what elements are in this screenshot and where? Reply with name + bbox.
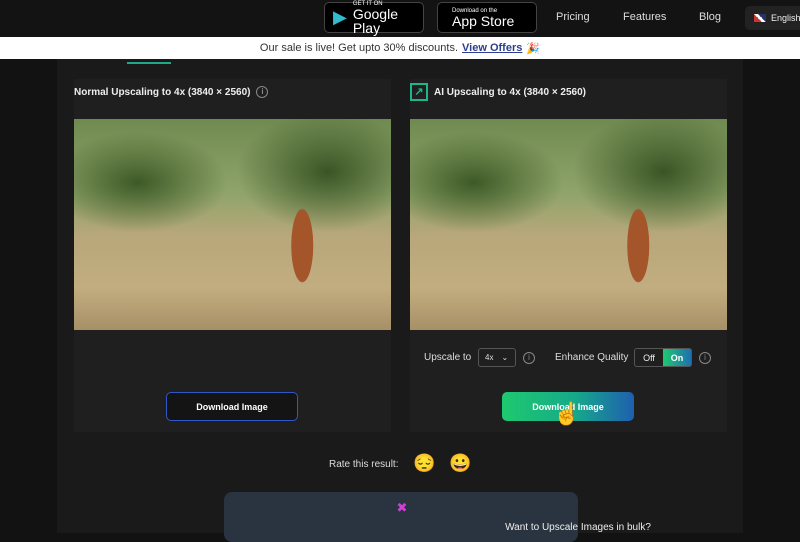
toggle-on[interactable]: On xyxy=(663,349,691,366)
nav-features[interactable]: Features xyxy=(623,11,666,23)
upscale-value: 4x xyxy=(485,353,494,362)
upscale-info-icon[interactable]: i xyxy=(523,352,535,364)
normal-download-button[interactable]: Download Image xyxy=(166,392,298,421)
view-offers-link[interactable]: View Offers xyxy=(462,42,522,54)
google-play-label: Google Play xyxy=(352,5,398,36)
toggle-off[interactable]: Off xyxy=(635,349,663,366)
normal-title-text: Normal Upscaling to 4x (3840 × 2560) xyxy=(74,86,251,98)
upscale-select[interactable]: 4x ⌄ xyxy=(478,348,516,367)
enhance-info-icon[interactable]: i xyxy=(699,352,711,364)
party-icon: 🎉 xyxy=(526,42,541,55)
bulk-upscale-card[interactable]: ✖ Want to Upscale Images in bulk? xyxy=(224,492,651,542)
google-play-icon: ▶ xyxy=(333,7,347,27)
top-navbar: ▶ GET IT ON Google Play Download on the Ap… xyxy=(0,0,800,37)
upscale-to-label: Upscale to xyxy=(424,352,472,363)
chevron-down-icon: ⌄ xyxy=(501,353,509,362)
uk-flag-icon xyxy=(754,14,766,22)
bulk-icon: ✖ xyxy=(396,500,408,515)
sale-banner: Our sale is live! Get upto 30% discounts… xyxy=(0,37,800,59)
rate-label: Rate this result: xyxy=(329,459,399,470)
hand-cursor-icon: ☝ xyxy=(553,401,581,426)
ai-upscaled-image xyxy=(410,119,727,330)
sad-emoji-button[interactable]: 😔 xyxy=(413,453,435,474)
google-play-button[interactable]: ▶ GET IT ON Google Play xyxy=(324,1,424,36)
nav-blog[interactable]: Blog xyxy=(699,11,721,23)
nav-pricing[interactable]: Pricing xyxy=(556,11,590,23)
language-label: English xyxy=(771,13,800,23)
enhance-quality-toggle[interactable]: Off On xyxy=(634,348,692,367)
active-tab-indicator xyxy=(127,62,171,64)
ai-upscale-title: ↗ AI Upscaling to 4x (3840 × 2560) xyxy=(410,83,586,101)
ai-title-text: AI Upscaling to 4x (3840 × 2560) xyxy=(434,86,587,98)
app-store-button[interactable]: Download on the App Store xyxy=(437,2,537,33)
app-store-label: App Store xyxy=(452,12,515,29)
normal-upscaled-image xyxy=(74,119,391,330)
info-icon[interactable]: i xyxy=(256,86,269,98)
enhance-quality-label: Enhance Quality xyxy=(555,352,629,363)
ai-upscale-icon: ↗ xyxy=(410,83,428,101)
happy-emoji-button[interactable]: 😀 xyxy=(449,453,471,474)
language-selector[interactable]: English xyxy=(745,6,800,30)
normal-upscale-title: Normal Upscaling to 4x (3840 × 2560) i xyxy=(74,86,269,98)
banner-text: Our sale is live! Get upto 30% discounts… xyxy=(259,42,459,54)
bulk-text: Want to Upscale Images in bulk? xyxy=(505,522,651,533)
